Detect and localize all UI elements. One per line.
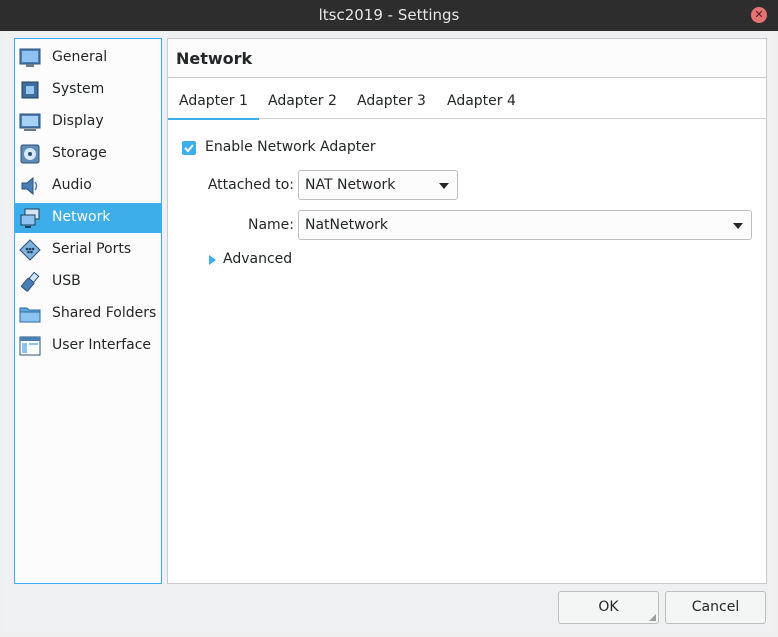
sidebar-item-label: Storage	[52, 145, 107, 161]
advanced-label: Advanced	[223, 251, 293, 267]
attached-to-select[interactable]: NAT Network	[298, 170, 458, 200]
title-bar: ltsc2019 - Settings ✕	[0, 0, 778, 31]
sidebar-item-display[interactable]: Display	[15, 107, 161, 137]
tab-label: Adapter 4	[447, 93, 516, 109]
chevron-down-icon	[439, 183, 449, 189]
system-icon	[21, 81, 39, 99]
sidebar-item-storage[interactable]: Storage	[15, 139, 161, 169]
checkmark-icon	[184, 144, 194, 153]
ok-button[interactable]: OK	[558, 591, 659, 624]
tab-adapter-2[interactable]: Adapter 2	[257, 93, 348, 118]
settings-sidebar: General System Display Storage Audio Net…	[14, 38, 162, 584]
sidebar-item-shared-folders[interactable]: Shared Folders	[15, 299, 161, 329]
sidebar-item-label: Network	[52, 209, 111, 225]
storage-icon	[20, 144, 40, 164]
sidebar-item-label: Display	[52, 113, 104, 129]
ok-button-label: OK	[598, 599, 619, 615]
sidebar-item-label: Audio	[52, 177, 92, 193]
close-icon[interactable]: ✕	[751, 7, 767, 23]
user-interface-icon	[19, 336, 41, 356]
tab-adapter-1[interactable]: Adapter 1	[168, 93, 259, 120]
display-icon	[19, 113, 41, 131]
usb-icon	[21, 271, 40, 292]
serial-ports-icon	[19, 239, 41, 261]
attached-to-value: NAT Network	[305, 177, 396, 193]
enable-adapter-checkbox[interactable]	[182, 141, 196, 155]
network-icon	[20, 208, 40, 228]
sidebar-item-audio[interactable]: Audio	[15, 171, 161, 201]
tab-label: Adapter 2	[268, 93, 337, 109]
sidebar-item-label: Shared Folders	[52, 305, 157, 321]
resize-grip-icon	[649, 614, 656, 621]
sidebar-item-label: Serial Ports	[52, 241, 132, 257]
sidebar-item-serial-ports[interactable]: Serial Ports	[15, 235, 161, 265]
window-title: ltsc2019 - Settings	[318, 6, 460, 24]
sidebar-item-label: General	[52, 49, 108, 65]
sidebar-item-system[interactable]: System	[15, 75, 161, 105]
audio-icon	[21, 176, 38, 196]
enable-adapter-label: Enable Network Adapter	[205, 139, 376, 155]
sidebar-item-user-interface[interactable]: User Interface	[15, 331, 161, 361]
name-select[interactable]: NatNetwork	[298, 210, 752, 240]
tab-label: Adapter 3	[357, 93, 426, 109]
attached-to-label: Attached to:	[207, 177, 294, 193]
page-header: Network	[168, 39, 766, 78]
cancel-button-label: Cancel	[691, 599, 740, 615]
sidebar-item-network[interactable]: Network	[15, 203, 161, 233]
cancel-button[interactable]: Cancel	[665, 591, 766, 624]
settings-content: Network Adapter 1 Adapter 2 Adapter 3 Ad…	[167, 38, 767, 584]
name-value: NatNetwork	[305, 217, 388, 233]
tab-label: Adapter 1	[179, 93, 248, 109]
shared-folders-icon	[19, 307, 41, 323]
tab-adapter-4[interactable]: Adapter 4	[436, 93, 527, 118]
settings-dialog: General System Display Storage Audio Net…	[3, 31, 774, 634]
general-icon	[19, 48, 41, 67]
sidebar-item-label: System	[52, 81, 105, 97]
chevron-down-icon	[733, 223, 743, 229]
sidebar-item-label: USB	[52, 273, 81, 289]
sidebar-item-general[interactable]: General	[15, 43, 161, 73]
adapter-tabs: Adapter 1 Adapter 2 Adapter 3 Adapter 4	[168, 87, 766, 120]
tab-adapter-3[interactable]: Adapter 3	[346, 93, 437, 118]
expand-arrow-icon	[209, 255, 216, 265]
sidebar-item-label: User Interface	[52, 337, 152, 353]
page-title: Network	[176, 49, 253, 68]
name-label: Name:	[247, 217, 294, 233]
sidebar-item-usb[interactable]: USB	[15, 267, 161, 297]
